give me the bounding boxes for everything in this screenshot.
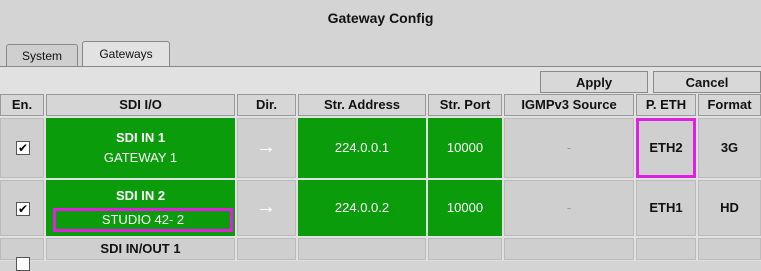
arrow-right-icon: → [256, 196, 276, 218]
col-header-stream-address: Str. Address [298, 94, 426, 116]
arrow-right-icon: → [256, 136, 276, 158]
igmp-source-cell[interactable] [504, 238, 634, 260]
enable-checkbox[interactable] [16, 257, 30, 271]
format-cell[interactable]: 3G [698, 118, 761, 178]
stream-address-cell[interactable]: 224.0.0.2 [298, 180, 426, 236]
direction-cell[interactable]: → [237, 118, 296, 178]
stream-address-cell[interactable]: 224.0.0.1 [298, 118, 426, 178]
sdi-label: GATEWAY 1 [103, 150, 178, 165]
highlight-box [636, 118, 696, 178]
tab-system[interactable]: System [6, 44, 78, 66]
format-cell[interactable]: HD [698, 180, 761, 236]
col-header-igmp-source: IGMPv3 Source [504, 94, 634, 116]
direction-cell[interactable] [237, 238, 296, 260]
col-header-enable: En. [0, 94, 44, 116]
stream-port-cell[interactable] [428, 238, 502, 260]
port-eth-cell[interactable]: ETH1 [636, 180, 696, 236]
col-header-sdi-io: SDI I/O [46, 94, 235, 116]
apply-button[interactable]: Apply [540, 71, 648, 93]
col-header-port-eth: P. ETH [636, 94, 696, 116]
window-title: Gateway Config [0, 0, 761, 40]
col-header-format: Format [698, 94, 761, 116]
stream-port-cell[interactable]: 10000 [428, 180, 502, 236]
enable-checkbox[interactable]: ✔ [16, 141, 30, 155]
sdi-io-cell[interactable]: SDI IN/OUT 1 [46, 238, 235, 260]
sdi-name: SDI IN 1 [115, 130, 166, 145]
port-eth-cell[interactable] [636, 238, 696, 260]
enable-checkbox[interactable]: ✔ [16, 202, 30, 216]
igmp-source-cell[interactable]: - [504, 180, 634, 236]
igmp-source-cell[interactable]: - [504, 118, 634, 178]
col-header-stream-port: Str. Port [428, 94, 502, 116]
tab-bar: System Gateways [0, 40, 761, 67]
format-cell[interactable] [698, 238, 761, 260]
sdi-label[interactable]: STUDIO 42- 2 [53, 208, 233, 232]
cancel-button[interactable]: Cancel [653, 71, 761, 93]
direction-cell[interactable]: → [237, 180, 296, 236]
enable-cell: ✔ [0, 118, 44, 178]
enable-cell: ✔ [0, 180, 44, 236]
sdi-io-cell[interactable]: SDI IN 1 GATEWAY 1 [46, 118, 235, 178]
col-header-direction: Dir. [237, 94, 296, 116]
sdi-name: SDI IN 2 [115, 188, 166, 203]
enable-cell [0, 238, 44, 271]
tab-gateways[interactable]: Gateways [82, 41, 170, 67]
stream-address-cell[interactable] [298, 238, 426, 260]
stream-port-cell[interactable]: 10000 [428, 118, 502, 178]
